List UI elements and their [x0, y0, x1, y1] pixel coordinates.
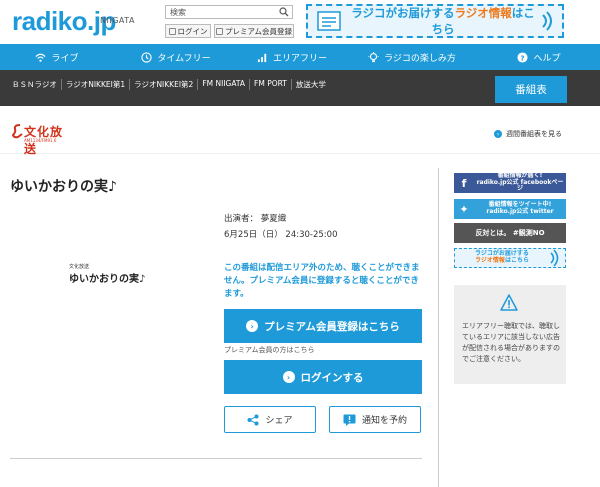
station-logo-sub: AM1134/FM91.6 [24, 138, 57, 143]
weekly-schedule-link[interactable]: › 週間番組表を見る [494, 129, 562, 139]
share-button-label: シェア [265, 416, 293, 426]
content-divider [10, 458, 422, 459]
program-table-button[interactable]: 番組表 [495, 76, 567, 103]
share-icon [247, 414, 259, 425]
thumbnail-title: ゆいかおりの実♪ [69, 274, 146, 285]
facebook-icon: f [461, 176, 467, 190]
area-free-notice: エリアフリー聴取では、聴取しているエリアに該当しない広告が配信される場合がありま… [454, 285, 566, 384]
banner-emphasis: ラジオ情報 [454, 6, 512, 20]
premium-register-cta-label: プレミアム会員登録はこちら [264, 320, 400, 333]
nav-help-label: ヘルプ [533, 53, 561, 64]
station-link[interactable]: ラジオNIKKEI第1 [60, 79, 129, 90]
notify-reserve-label: 通知を予約 [361, 416, 407, 426]
facebook-banner[interactable]: f 番組情報が届く! radiko.jp公式 facebookページ [454, 172, 566, 194]
signal-wave-icon [550, 249, 559, 267]
twitter-banner[interactable]: ✦ 番組情報をツイート中! radiko.jp公式 twitter [454, 199, 566, 219]
question-icon: ? [517, 51, 529, 63]
notify-reserve-button[interactable]: 通知を予約 [329, 406, 421, 433]
clock-icon [141, 51, 152, 63]
share-button[interactable]: シェア [224, 406, 316, 433]
warning-icon [500, 294, 518, 311]
premium-icon [216, 27, 223, 35]
main-nav: ライブ タイムフリー エリアフリー ラジコの楽しみ方 ? ヘルプ [0, 44, 600, 70]
twitter-line2: radiko.jp公式 twitter [486, 208, 554, 215]
premium-register-button[interactable]: プレミアム会員登録 [214, 24, 294, 38]
program-title: ゆいかおりの実♪ [10, 179, 117, 195]
station-logo-mark [12, 124, 23, 139]
svg-text:?: ? [521, 53, 525, 62]
nav-timefree[interactable]: タイムフリー [114, 44, 238, 70]
premium-register-cta[interactable]: › プレミアム会員登録はこちら [224, 309, 422, 343]
station-bar: ＢＳＮラジオ ラジオNIKKEI第1 ラジオNIKKEI第2 FM NIIGAT… [0, 70, 600, 106]
program-datetime: 6月25日（日） 24:30-25:00 [224, 230, 338, 240]
program-cast: 出演者： 夢夏織 [224, 214, 287, 224]
login-cta-label: ログインする [300, 371, 364, 384]
radio-info-side-banner[interactable]: ラジコがお届けする ラジオ情報はこちら [454, 248, 566, 268]
search-placeholder: 検索 [170, 8, 186, 17]
sidebar-divider [438, 168, 439, 487]
login-button[interactable]: ログイン [165, 24, 211, 38]
campaign-banner-text: 反対とは。 #観測NO [475, 228, 545, 237]
signal-wave-icon [542, 11, 552, 31]
twitter-icon: ✦ [459, 202, 469, 216]
area-label: NIIGATA [100, 16, 135, 25]
area-free-notice-text: エリアフリー聴取では、聴取しているエリアに該当しない広告が配信される場合がありま… [462, 322, 560, 363]
station-link[interactable]: ラジオNIKKEI第2 [129, 79, 197, 90]
chevron-right-icon: › [494, 130, 502, 138]
radio-info-icon [317, 11, 341, 31]
station-logo[interactable]: 文化放送 AM1134/FM91.6 [12, 122, 72, 156]
wifi-icon [35, 53, 46, 62]
nav-help[interactable]: ? ヘルプ [478, 44, 600, 70]
login-cta[interactable]: › ログインする [224, 360, 422, 394]
thumbnail-station: 文化放送 [69, 264, 90, 270]
premium-member-note: プレミアム会員の方はこちら [224, 346, 315, 354]
weekly-schedule-label: 週間番組表を見る [506, 130, 562, 138]
bulb-icon [368, 51, 379, 62]
chevron-right-icon: › [246, 320, 259, 332]
facebook-line2: radiko.jp公式 facebookページ [476, 178, 564, 193]
search-input[interactable]: 検索 [165, 5, 293, 19]
nav-howto-label: ラジコの楽しみ方 [384, 53, 456, 64]
nav-areafree[interactable]: エリアフリー [238, 44, 346, 70]
radio-info-side-text: ラジコがお届けする ラジオ情報はこちら [455, 250, 549, 265]
notification-icon [343, 414, 356, 426]
campaign-banner[interactable]: 反対とは。 #観測NO [454, 223, 566, 243]
out-of-area-notice: この番組は配信エリア外のため、聴くことができません。プレミアム会員に登録すると聴… [224, 263, 420, 299]
station-link[interactable]: ＢＳＮラジオ [8, 79, 61, 90]
premium-register-label: プレミアム会員登録 [225, 26, 292, 36]
banner-prefix: ラジコがお届けする [351, 6, 455, 20]
station-link[interactable]: 放送大学 [290, 79, 330, 90]
nav-live-label: ライブ [51, 53, 79, 64]
twitter-banner-text: 番組情報をツイート中! radiko.jp公式 twitter [474, 201, 566, 216]
info-suffix: はこちら [504, 257, 529, 264]
station-link[interactable]: FM NIIGATA [197, 79, 249, 90]
site-header: radiko.jp NIIGATA 検索 ログイン プレミアム会員登録 ラジコが… [0, 0, 600, 44]
chevron-right-icon: › [282, 371, 295, 383]
facebook-banner-text: 番組情報が届く! radiko.jp公式 facebookページ [474, 172, 566, 194]
nav-timefree-label: タイムフリー [157, 53, 211, 64]
radio-info-banner[interactable]: ラジコがお届けするラジオ情報はこちら [306, 4, 564, 38]
nav-howto[interactable]: ラジコの楽しみ方 [346, 44, 478, 70]
station-list: ＢＳＮラジオ ラジオNIKKEI第1 ラジオNIKKEI第2 FM NIIGAT… [8, 79, 330, 90]
nav-live[interactable]: ライブ [0, 44, 114, 70]
search-icon[interactable] [279, 7, 289, 17]
nav-areafree-label: エリアフリー [272, 53, 327, 64]
login-button-label: ログイン [177, 26, 208, 36]
login-icon [168, 27, 176, 35]
station-link[interactable]: FM PORT [249, 79, 291, 90]
station-header: 文化放送 AM1134/FM91.6 › 週間番組表を見る [0, 106, 600, 156]
info-emphasis: ラジオ情報 [475, 257, 505, 264]
radio-info-banner-text: ラジコがお届けするラジオ情報はこちら [346, 5, 540, 37]
signal-icon [257, 53, 267, 62]
